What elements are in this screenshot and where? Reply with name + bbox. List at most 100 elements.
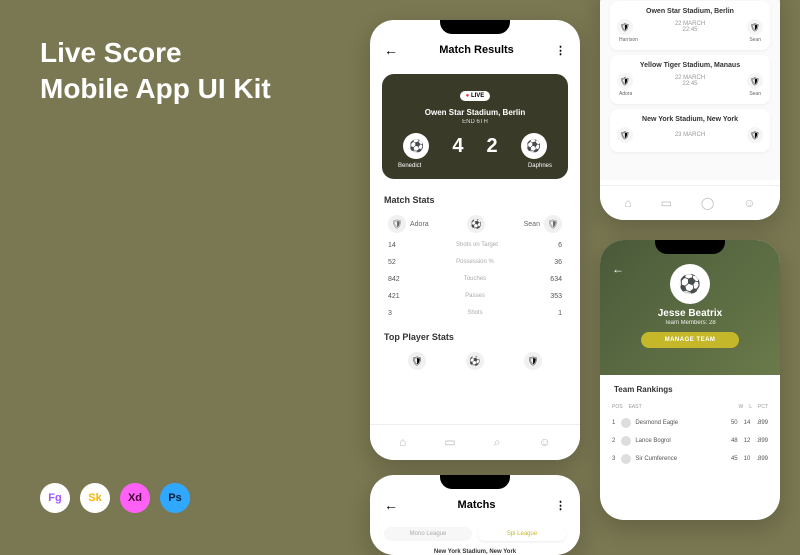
nav-home-icon[interactable]: ⌂ bbox=[399, 435, 406, 450]
away-badge-icon: 🛡 bbox=[747, 127, 763, 143]
stats-section-title: Match Stats bbox=[370, 185, 580, 211]
stat-label: Shots bbox=[467, 310, 482, 317]
stat-home: 3 bbox=[388, 310, 392, 317]
tool-icons: Fg Sk Xd Ps bbox=[40, 483, 190, 513]
rank-name: Sir Cumference bbox=[635, 456, 677, 462]
stadium-name: Owen Star Stadium, Berlin bbox=[392, 108, 558, 117]
live-badge: LIVE bbox=[460, 91, 491, 101]
match-card[interactable]: New York Stadium, New York 🛡 23 MARCH 🛡 bbox=[610, 109, 770, 152]
back-icon[interactable]: ← bbox=[384, 497, 398, 513]
rank-avatar-icon bbox=[621, 418, 631, 428]
header-title: Matchs bbox=[458, 499, 496, 511]
live-score-card: LIVE Owen Star Stadium, Berlin END 6TH ⚽… bbox=[382, 74, 568, 179]
stats-home-icon: 🛡 bbox=[388, 215, 406, 233]
stadium-name: New York Stadium, New York bbox=[370, 549, 580, 555]
rank-pct: .899 bbox=[756, 438, 768, 444]
notch bbox=[440, 475, 510, 489]
away-badge-icon: ⚽ bbox=[521, 133, 547, 159]
rank-pos: 2 bbox=[612, 438, 615, 444]
rank-name: Desmond Eagle bbox=[635, 420, 678, 426]
mc-home: Adora bbox=[619, 91, 632, 97]
more-icon[interactable]: ⋮ bbox=[555, 499, 566, 512]
stats-away-icon: 🛡 bbox=[544, 215, 562, 233]
nav-profile-icon[interactable]: ☺ bbox=[539, 435, 551, 450]
rank-l: 10 bbox=[744, 456, 751, 462]
stat-away: 36 bbox=[554, 259, 562, 266]
more-icon[interactable]: ⋮ bbox=[555, 44, 566, 57]
mc-stadium: New York Stadium, New York bbox=[617, 116, 763, 123]
nav-calendar-icon[interactable]: ▭ bbox=[661, 196, 672, 210]
stat-home: 421 bbox=[388, 293, 400, 300]
manage-team-button[interactable]: MANAGE TEAM bbox=[641, 332, 740, 348]
home-score: 4 bbox=[452, 135, 463, 158]
rank-avatar-icon bbox=[621, 454, 631, 464]
mc-time: 22:45 bbox=[675, 81, 705, 87]
stat-home: 14 bbox=[388, 242, 396, 249]
match-card[interactable]: Owen Star Stadium, Berlin🛡22 MARCH22:45🛡… bbox=[610, 1, 770, 50]
stat-label: Shots on Target bbox=[456, 242, 498, 249]
mc-time: 22:45 bbox=[675, 27, 705, 33]
tab-mono-league[interactable]: Mono League bbox=[384, 527, 472, 541]
player-badge-icon: 🛡 bbox=[408, 352, 426, 370]
stats-center-icon: ⚽ bbox=[467, 215, 485, 233]
screen-match-list: Beatrix 20:00 Daphne Owen Star Stadium, … bbox=[600, 0, 780, 220]
home-badge-icon: 🛡 bbox=[617, 127, 633, 143]
mc-stadium: Owen Star Stadium, Berlin bbox=[617, 8, 763, 15]
rank-row: 2Lance Bogrol4812.899 bbox=[600, 432, 780, 450]
away-team-name: Daphnes bbox=[528, 163, 552, 169]
tab-spi-league[interactable]: Spi League bbox=[478, 527, 566, 541]
player-badge-icon: 🛡 bbox=[524, 352, 542, 370]
rank-l: 14 bbox=[744, 420, 751, 426]
photoshop-icon: Ps bbox=[160, 483, 190, 513]
profile-name: Jesse Beatrix bbox=[600, 308, 780, 319]
figma-icon: Fg bbox=[40, 483, 70, 513]
nav-calendar-icon[interactable]: ▭ bbox=[444, 435, 455, 450]
mc-away: Sean bbox=[749, 37, 761, 43]
back-icon[interactable]: ← bbox=[612, 262, 624, 276]
rank-pct: .899 bbox=[756, 420, 768, 426]
home-badge-icon: ⚽ bbox=[403, 133, 429, 159]
top-player-title: Top Player Stats bbox=[370, 322, 580, 348]
col-l: L bbox=[749, 404, 752, 410]
back-icon[interactable]: ← bbox=[384, 42, 398, 58]
rank-name: Lance Bogrol bbox=[635, 438, 670, 444]
nav-home-icon[interactable]: ⌂ bbox=[624, 196, 631, 210]
nav-search-icon[interactable]: ⌕ bbox=[494, 435, 501, 450]
mc-date: 23 MARCH bbox=[675, 132, 705, 138]
stats-away-name: Sean bbox=[524, 221, 540, 228]
col-pos: POS bbox=[612, 404, 623, 410]
col-east: EAST bbox=[629, 404, 733, 410]
team-avatar-icon: ⚽ bbox=[670, 264, 710, 304]
player-badge-icon: ⚽ bbox=[466, 352, 484, 370]
rankings-title: Team Rankings bbox=[600, 375, 780, 400]
title-line-2: Mobile App UI Kit bbox=[40, 71, 271, 107]
xd-icon: Xd bbox=[120, 483, 150, 513]
stat-row: 14 Shots on Target 6 bbox=[370, 237, 580, 254]
nav-profile-icon[interactable]: ☺ bbox=[743, 196, 755, 210]
profile-hero: ← ⚽ Jesse Beatrix Team Members: 28 MANAG… bbox=[600, 240, 780, 375]
notch bbox=[440, 20, 510, 34]
rank-pos: 1 bbox=[612, 420, 615, 426]
home-badge-icon: 🛡 bbox=[617, 19, 633, 35]
stat-row: 52Possession %36 bbox=[370, 254, 580, 271]
stat-away: 6 bbox=[558, 242, 562, 249]
away-badge-icon: 🛡 bbox=[747, 19, 763, 35]
header-title: Match Results bbox=[439, 44, 514, 56]
stat-away: 353 bbox=[550, 293, 562, 300]
rank-pct: .899 bbox=[756, 456, 768, 462]
rank-w: 45 bbox=[731, 456, 738, 462]
nav-chat-icon[interactable]: ◯ bbox=[701, 196, 714, 210]
match-card[interactable]: Yellow Tiger Stadium, Manaus🛡22 MARCH22:… bbox=[610, 55, 770, 104]
rank-avatar-icon bbox=[621, 436, 631, 446]
stat-label: Passes bbox=[465, 293, 485, 300]
stat-row: 842Touches634 bbox=[370, 271, 580, 288]
home-badge-icon: 🛡 bbox=[617, 73, 633, 89]
stat-label: Possession % bbox=[456, 259, 494, 266]
rank-w: 50 bbox=[731, 420, 738, 426]
rank-pos: 3 bbox=[612, 456, 615, 462]
home-team-name: Benedict bbox=[398, 163, 421, 169]
mc-away: Sean bbox=[749, 91, 761, 97]
page-title: Live Score Mobile App UI Kit bbox=[40, 35, 271, 108]
bottom-nav: ⌂ ▭ ⌕ ☺ bbox=[370, 424, 580, 460]
rank-w: 48 bbox=[731, 438, 738, 444]
